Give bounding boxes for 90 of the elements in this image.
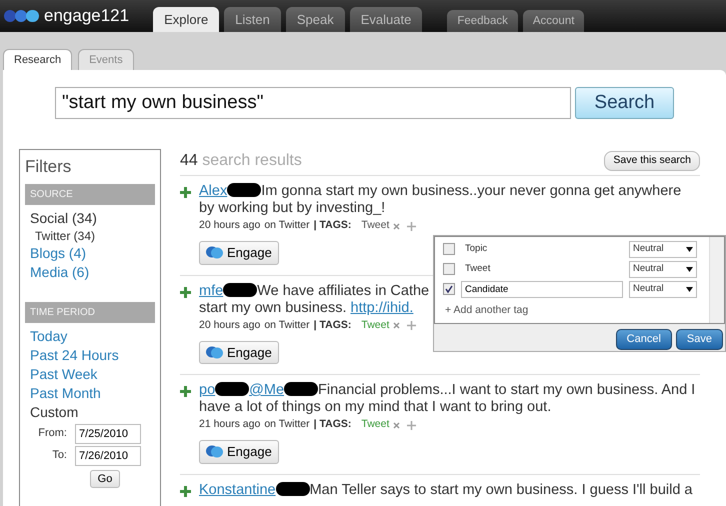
post-time: 20 hours ago <box>199 218 260 234</box>
author-link[interactable]: Konstantine <box>199 482 276 498</box>
nav-tab[interactable]: Evaluate <box>350 7 422 32</box>
plus-icon[interactable] <box>180 386 191 397</box>
go-button[interactable]: Go <box>90 470 120 488</box>
tag-name: Topic <box>464 242 488 256</box>
tag-name: Tweet <box>464 262 492 276</box>
chat-bubbles-icon <box>206 346 223 359</box>
tag-label[interactable]: Tweet <box>361 218 390 234</box>
author-link[interactable]: Alex <box>199 183 228 199</box>
filter-item[interactable]: Past Week <box>25 364 155 384</box>
add-icon[interactable] <box>407 321 416 330</box>
add-icon[interactable] <box>407 420 416 430</box>
post-source: on Twitter <box>264 218 310 234</box>
remove-icon[interactable] <box>393 422 400 428</box>
post-source: on Twitter <box>264 318 310 333</box>
plus-icon[interactable] <box>180 286 191 298</box>
tags-label: | TAGS: <box>314 318 352 333</box>
sentiment-select[interactable]: Neutral <box>629 260 697 278</box>
filter-item[interactable]: Twitter (34) <box>25 228 155 244</box>
tag-label[interactable]: Tweet <box>361 417 390 433</box>
caret-icon <box>686 286 693 292</box>
filter-item[interactable]: Past Month <box>25 384 155 402</box>
save-button[interactable]: Save <box>676 329 723 350</box>
tag-name-field[interactable]: Candidate <box>461 280 623 298</box>
add-tag-link[interactable]: + Add another tag <box>435 299 528 319</box>
nav-tab[interactable]: Explore <box>153 7 220 32</box>
redaction-mark <box>215 382 250 396</box>
nav-tab[interactable]: Listen <box>224 7 281 32</box>
remove-icon[interactable] <box>393 222 400 230</box>
filters-title: Filters <box>25 156 72 178</box>
plus-icon[interactable] <box>180 187 191 198</box>
mention-link[interactable]: @Me <box>249 382 284 398</box>
post-text: po @Me Financial problems...I want to start my own business. And I have a lot of things on my mind that I want to bring out. <box>199 382 696 416</box>
search-button[interactable]: Search <box>575 87 674 119</box>
remove-icon[interactable] <box>393 322 400 329</box>
filter-item[interactable]: Media (6) <box>25 262 155 282</box>
post-time: 20 hours ago <box>199 318 260 333</box>
nav-tab[interactable]: Speak <box>286 7 345 32</box>
save-search-button[interactable]: Save this search <box>604 151 700 171</box>
checkbox[interactable] <box>443 263 455 275</box>
engage-button[interactable]: Engage <box>199 440 279 464</box>
results-count: 44 search results <box>180 151 302 171</box>
date-label: To: <box>51 448 68 464</box>
nav-tab[interactable]: Account <box>522 10 584 32</box>
post-text: Alex Im gonna start my own business..your never gonna get anywhere by working but by investing_! <box>199 183 682 217</box>
chat-bubbles-icon <box>206 246 223 260</box>
sentiment-select[interactable]: Neutral <box>629 280 697 298</box>
cancel-button[interactable]: Cancel <box>616 329 672 350</box>
filter-item[interactable]: Today <box>25 326 155 346</box>
redaction-mark <box>276 482 310 496</box>
filter-item[interactable]: Past 24 Hours <box>25 346 155 364</box>
scrollbar[interactable] <box>709 237 724 323</box>
add-icon[interactable] <box>407 222 416 230</box>
tags-label: | TAGS: <box>314 417 352 432</box>
caret-icon <box>686 266 693 272</box>
engage-button[interactable]: Engage <box>199 241 279 264</box>
date-label: From: <box>37 426 68 442</box>
caret-icon <box>686 246 693 252</box>
filter-item[interactable]: Social (34) <box>25 208 155 228</box>
post-source: on Twitter <box>264 417 310 432</box>
post-link[interactable]: http://ihid. <box>350 300 414 316</box>
brand-name: engage121 <box>44 5 130 28</box>
post-text: mfe We have affiliates in Cathe start my own business. http://ihid. <box>199 282 430 316</box>
redaction-mark <box>227 183 262 197</box>
date-field[interactable]: 7/26/2010 <box>75 446 141 466</box>
filter-item[interactable]: Custom <box>25 402 155 422</box>
author-link[interactable]: po <box>199 382 216 398</box>
post-time: 21 hours ago <box>199 417 260 432</box>
tag-label[interactable]: Tweet <box>361 318 390 334</box>
date-field[interactable]: 7/25/2010 <box>75 424 141 444</box>
chat-bubbles-icon <box>206 445 223 458</box>
filter-item[interactable]: Blogs (4) <box>25 244 155 262</box>
redaction-mark <box>223 282 258 296</box>
post-text: Konstantine Man Teller says to start my own business. I guess I'll build a <box>199 482 692 498</box>
checkbox[interactable] <box>443 243 455 255</box>
sub-tab[interactable]: Research <box>3 49 72 70</box>
tags-label: | TAGS: <box>314 218 352 234</box>
nav-tab[interactable]: Feedback <box>447 10 518 32</box>
logo-icon <box>4 9 40 23</box>
sub-tab[interactable]: Events <box>78 49 134 70</box>
section-heading: SOURCE <box>25 184 155 204</box>
search-field[interactable]: "start my own business" <box>55 87 571 119</box>
sentiment-select[interactable]: Neutral <box>629 240 697 258</box>
author-link[interactable]: mfe <box>199 282 224 298</box>
engage-button[interactable]: Engage <box>199 340 279 364</box>
checkbox[interactable] <box>443 283 455 295</box>
section-heading: TIME PERIOD <box>25 302 155 322</box>
redaction-mark <box>284 382 318 396</box>
plus-icon[interactable] <box>180 486 191 496</box>
